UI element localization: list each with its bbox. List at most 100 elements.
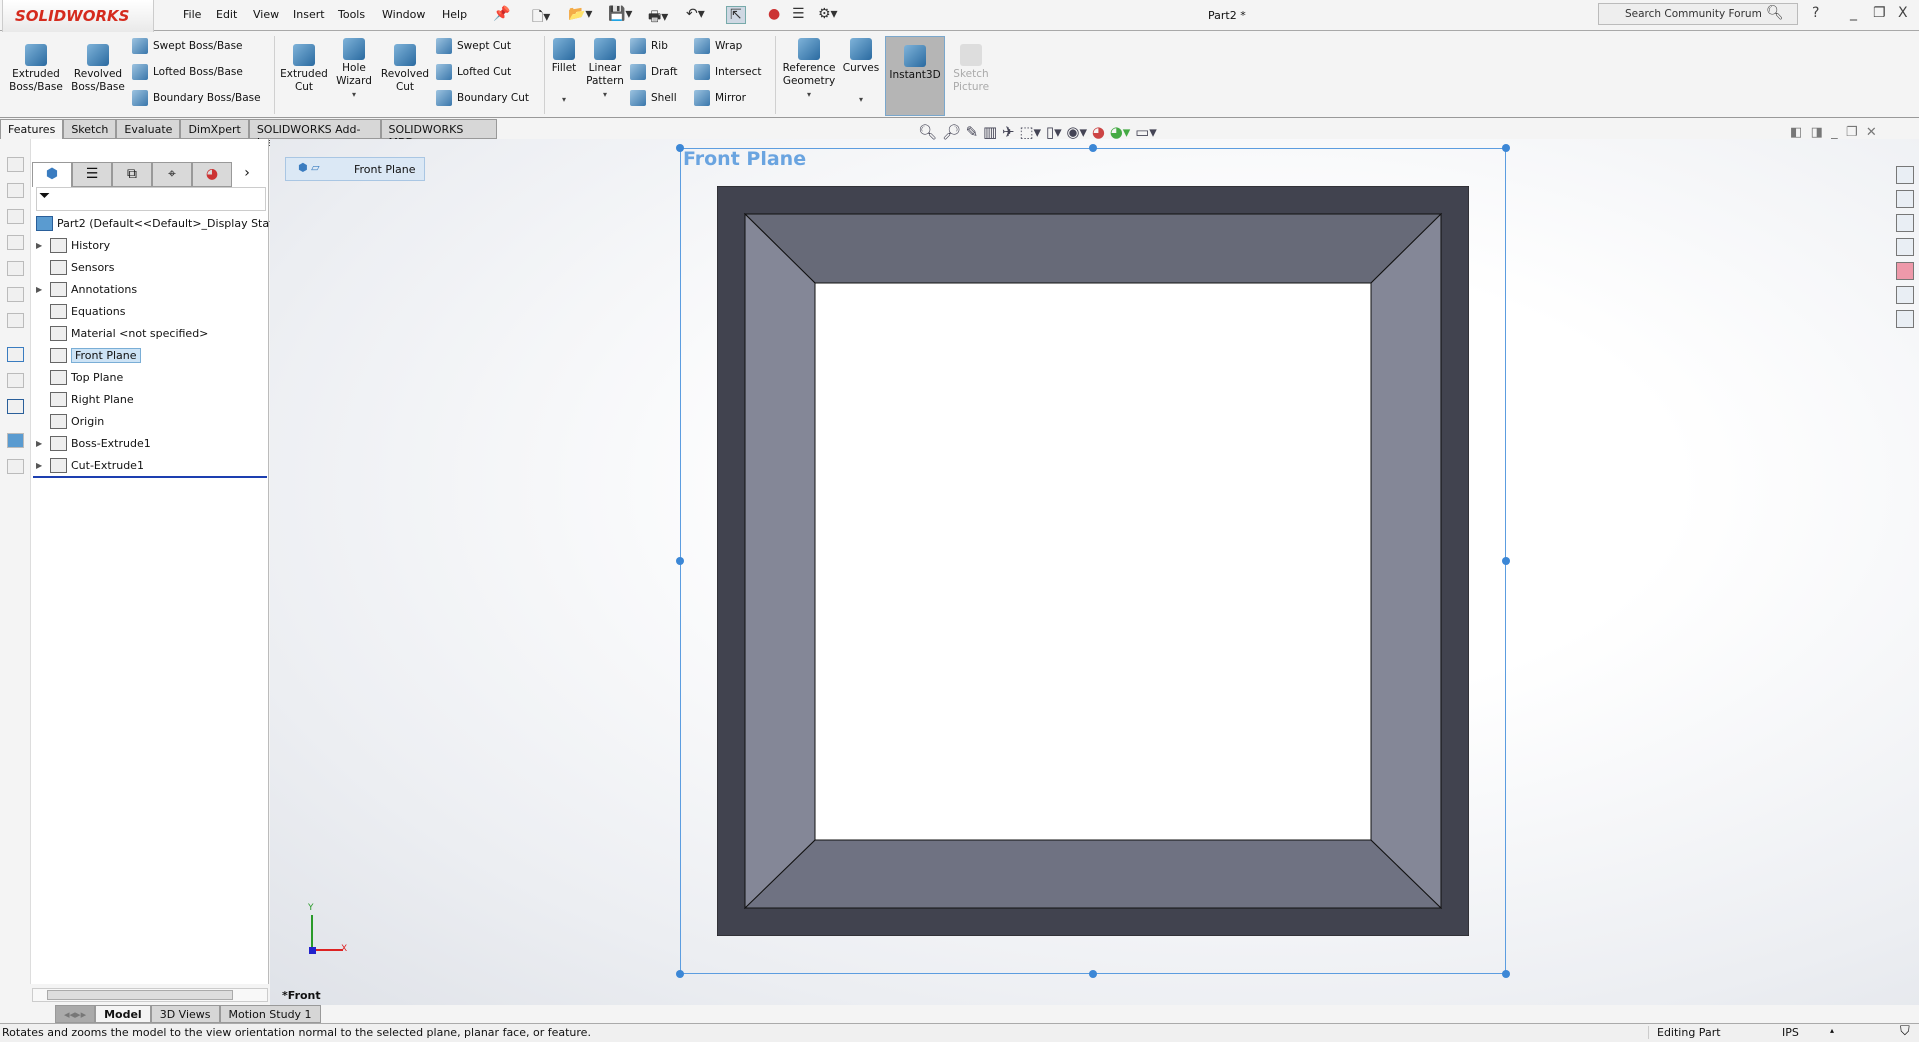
smart-dimension-icon[interactable] [7,373,24,388]
isometric-icon[interactable] [7,313,24,328]
expand-arrow-icon[interactable]: ▶ [36,439,46,448]
view-palette-icon[interactable] [1896,238,1914,256]
menu-file[interactable]: File [183,8,201,21]
configuration-manager-tab-icon[interactable]: ⧉ [112,162,152,187]
tab-addins[interactable]: SOLIDWORKS Add-Ins [248,119,381,149]
mirror-button[interactable]: Mirror [694,88,761,108]
fillet-button[interactable]: Fillet ▾ [548,38,580,106]
extruded-boss-button[interactable]: Extruded Boss/Base [8,44,64,94]
home-icon[interactable] [1896,166,1914,184]
tab-features[interactable]: Features [0,119,64,139]
tab-motion-study[interactable]: Motion Study 1 [219,1005,321,1023]
view-cube-icon[interactable] [7,287,24,302]
view-orientation-icon[interactable]: ⬚▾ [1019,123,1041,141]
open-icon[interactable]: 📂▾ [568,6,592,22]
rib-button[interactable]: Rib [630,36,677,56]
plane-handle[interactable] [676,970,684,978]
draft-button[interactable]: Draft [630,62,677,82]
plane-handle[interactable] [1502,144,1510,152]
units-caret-icon[interactable]: ▴ [1830,1026,1834,1035]
lofted-cut-button[interactable]: Lofted Cut [436,62,529,82]
pin-icon[interactable]: 📌 [493,6,510,22]
undo-icon[interactable]: ↶▾ [686,6,705,22]
lofted-boss-button[interactable]: Lofted Boss/Base [132,62,261,82]
select-icon[interactable]: ⇱ [726,6,746,24]
menu-tools[interactable]: Tools [338,8,365,21]
tab-sketch[interactable]: Sketch [63,119,117,139]
tree-item[interactable]: ▶ Boss-Extrude1 [36,433,151,453]
new-document-icon[interactable]: 🗋▾ [532,6,550,30]
plane-handle[interactable] [676,557,684,565]
previous-pane-icon[interactable]: ◧ [1790,125,1802,140]
apply-scene-icon[interactable]: ◕▾ [1110,123,1131,141]
wrap-button[interactable]: Wrap [694,36,761,56]
revolved-boss-button[interactable]: Revolved Boss/Base [70,44,126,94]
search-icon[interactable]: 🔍︎ [1766,5,1784,21]
close-button[interactable]: X [1898,5,1908,21]
swept-cut-button[interactable]: Swept Cut [436,36,529,56]
appearances-icon[interactable] [1896,262,1914,280]
hole-wizard-button[interactable]: Hole Wizard ▾ [332,38,376,101]
tree-item[interactable]: Front Plane [36,345,141,365]
plane-handle[interactable] [1502,970,1510,978]
previous-view-icon[interactable]: ✎ [966,123,979,141]
intersect-button[interactable]: Intersect [694,62,761,82]
zoom-to-fit-icon[interactable]: 🔍︎ [918,123,937,141]
property-manager-tab-icon[interactable]: ☰ [72,162,112,187]
breadcrumb-front-plane[interactable]: Front Plane [354,163,416,176]
tree-item[interactable]: ▶ History [36,235,110,255]
forum-icon[interactable] [1896,310,1914,328]
menu-help[interactable]: Help [442,8,467,21]
tree-item[interactable]: Equations [36,301,125,321]
swept-boss-button[interactable]: Swept Boss/Base [132,36,261,56]
tree-item[interactable]: Origin [36,411,104,431]
plane-handle[interactable] [1089,144,1097,152]
revolved-cut-button[interactable]: Revolved Cut [380,44,430,94]
view-settings-icon[interactable]: ▭▾ [1135,123,1157,141]
viewport-minimize-icon[interactable]: _ [1831,125,1838,140]
chevron-right-icon[interactable]: › [232,162,262,187]
menu-window[interactable]: Window [382,8,425,21]
extruded-cut-button[interactable]: Extruded Cut [280,44,328,94]
tree-item[interactable]: Top Plane [36,367,123,387]
normal-to-icon[interactable] [7,399,24,414]
scrollbar-thumb[interactable] [47,990,233,1000]
display-style-icon[interactable]: ▯▾ [1046,123,1062,141]
menu-edit[interactable]: Edit [216,8,237,21]
plane-handle[interactable] [676,144,684,152]
boss-extrude-icon[interactable] [7,433,24,448]
expand-arrow-icon[interactable]: ▶ [36,241,46,250]
front-plane-outline[interactable] [680,148,1506,974]
shell-button[interactable]: Shell [630,88,677,108]
expand-arrow-icon[interactable]: ▶ [36,285,46,294]
tree-item[interactable]: Right Plane [36,389,134,409]
menu-insert[interactable]: Insert [293,8,325,21]
save-icon[interactable]: 💾▾ [608,6,632,22]
tree-root-part[interactable]: Part2 (Default<<Default>_Display State [36,213,280,233]
reference-geometry-button[interactable]: Reference Geometry ▾ [778,38,840,101]
tab-dimxpert[interactable]: DimXpert [180,119,249,139]
edit-appearance-icon[interactable]: ◕ [1092,123,1105,141]
view-cube-icon[interactable] [7,157,24,172]
next-pane-icon[interactable]: ◨ [1811,125,1823,140]
menu-view[interactable]: View [253,8,279,21]
tree-item[interactable]: ▶ Cut-Extrude1 [36,455,144,475]
plane-handle[interactable] [1502,557,1510,565]
plane-handle[interactable] [1089,970,1097,978]
instant3d-button[interactable]: Instant3D [885,36,945,116]
custom-properties-icon[interactable] [1896,286,1914,304]
view-cube-icon[interactable] [7,183,24,198]
filter-input[interactable]: ⏷ [36,187,266,211]
tab-mbd[interactable]: SOLIDWORKS MBD [380,119,497,149]
zoom-to-area-icon[interactable]: 🔎︎ [942,123,961,141]
view-cube-icon[interactable] [7,261,24,276]
boundary-cut-button[interactable]: Boundary Cut [436,88,529,108]
dynamic-annotation-icon[interactable]: ✈ [1002,123,1015,141]
tab-model[interactable]: Model [95,1005,151,1023]
units-selector[interactable]: IPS [1782,1026,1799,1039]
boundary-boss-button[interactable]: Boundary Boss/Base [132,88,261,108]
section-view-icon[interactable]: ▥ [983,123,997,141]
minimize-button[interactable]: _ [1850,5,1857,21]
file-explorer-icon[interactable] [1896,214,1914,232]
options-gear-icon[interactable]: ⚙▾ [818,6,838,22]
